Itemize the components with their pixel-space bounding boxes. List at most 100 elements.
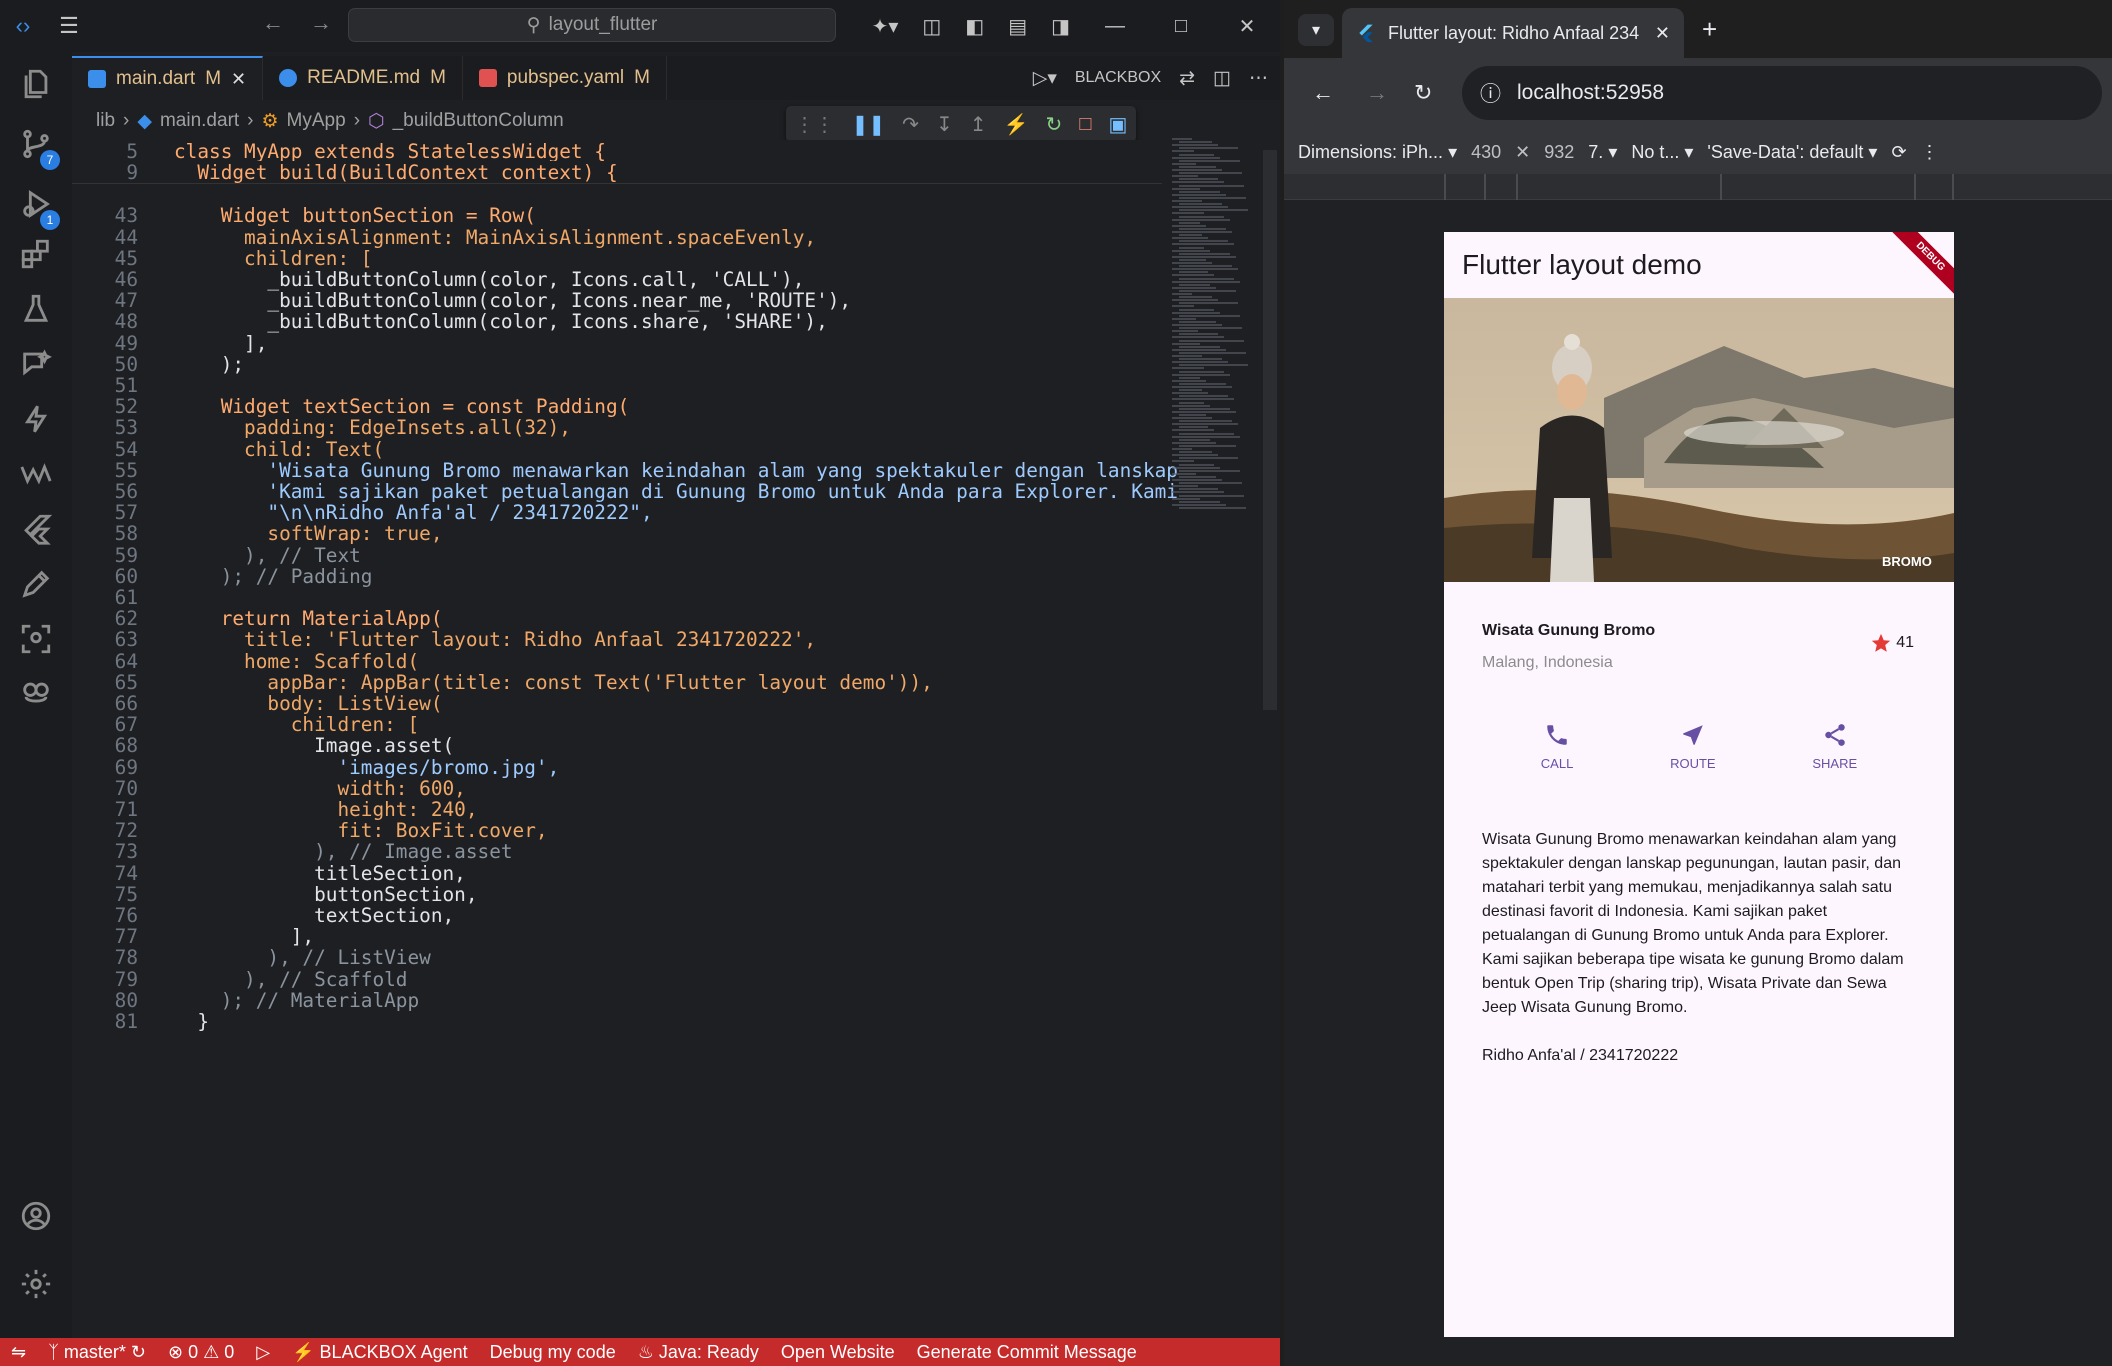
code-line: 81 } bbox=[72, 1010, 1162, 1033]
code-line: 48 _buildButtonColumn(color, Icons.share… bbox=[72, 310, 1162, 333]
minimap-line bbox=[1179, 345, 1220, 348]
code-line: 58 softWrap: true, bbox=[72, 522, 1162, 545]
address-bar[interactable]: ⓘ localhost:52958 bbox=[1462, 66, 2102, 120]
line-number: 78 bbox=[114, 946, 138, 970]
code-editor[interactable]: 5 class MyApp extends StatelessWidget {9 … bbox=[72, 138, 1280, 1338]
compare-icon[interactable]: ⇄ bbox=[1179, 67, 1195, 90]
source-control-icon[interactable]: 7 bbox=[14, 122, 60, 170]
line-number: 52 bbox=[114, 395, 138, 419]
pen-icon[interactable] bbox=[14, 562, 58, 606]
line-number: 72 bbox=[114, 819, 138, 843]
layout-icon[interactable]: ◫ bbox=[910, 14, 953, 39]
zoom-select[interactable]: 7. ▾ bbox=[1588, 142, 1617, 163]
branch-item[interactable]: ᛉ master* ↻ bbox=[37, 1342, 157, 1363]
split-editor-icon[interactable]: ◫ bbox=[1213, 67, 1231, 90]
flutter-icon[interactable] bbox=[14, 507, 58, 551]
problems-item[interactable]: ⊗ 0 ⚠ 0 bbox=[157, 1342, 245, 1363]
line-number: 79 bbox=[114, 967, 138, 991]
vertical-scrollbar[interactable] bbox=[1263, 150, 1277, 710]
restart-icon[interactable]: ↻ bbox=[1046, 112, 1063, 137]
debug-code-item[interactable]: Debug my code bbox=[479, 1342, 627, 1363]
drag-handle-icon[interactable]: ⋮⋮ bbox=[795, 112, 835, 137]
blackbox-button[interactable]: BLACKBOX bbox=[1075, 69, 1161, 87]
route-button[interactable]: ROUTE bbox=[1670, 722, 1716, 828]
toggle-sidebar-icon[interactable]: ◧ bbox=[953, 14, 996, 39]
throttle-select[interactable]: No t... ▾ bbox=[1631, 142, 1693, 163]
more-actions-icon[interactable]: ⋯ bbox=[1249, 67, 1268, 90]
tab-main-dart[interactable]: main.dart M ✕ bbox=[72, 56, 264, 100]
dimensions-select[interactable]: Dimensions: iPh... ▾ bbox=[1298, 142, 1457, 163]
blackbox-agent-item[interactable]: ⚡ BLACKBOX Agent bbox=[281, 1342, 479, 1363]
save-data-select[interactable]: 'Save-Data': default ▾ bbox=[1707, 142, 1877, 163]
line-number: 47 bbox=[114, 289, 138, 313]
dart-file-icon bbox=[88, 70, 106, 88]
code-line: 61 bbox=[72, 586, 1162, 609]
open-website-item[interactable]: Open Website bbox=[770, 1342, 906, 1363]
lightning-icon[interactable] bbox=[14, 397, 58, 441]
minimap-line bbox=[1179, 420, 1232, 423]
settings-gear-icon[interactable] bbox=[14, 1262, 58, 1306]
share-button[interactable]: SHARE bbox=[1812, 722, 1857, 828]
bot-icon[interactable] bbox=[14, 672, 58, 716]
width-input[interactable]: 430 bbox=[1471, 142, 1501, 163]
pause-icon[interactable]: ❚❚ bbox=[852, 112, 886, 137]
debug-status-icon[interactable]: ▷ bbox=[245, 1342, 281, 1363]
remote-icon[interactable]: ⇋ bbox=[0, 1342, 37, 1363]
step-over-icon[interactable]: ↷ bbox=[902, 112, 919, 137]
tab-search-icon[interactable]: ▾ bbox=[1298, 14, 1334, 46]
account-icon[interactable] bbox=[14, 1194, 58, 1238]
bromo-image: BROMO bbox=[1444, 298, 1954, 582]
scan-icon[interactable] bbox=[14, 617, 58, 661]
minimap-line bbox=[1179, 271, 1208, 274]
tab-readme[interactable]: README.md M bbox=[263, 56, 463, 100]
step-into-icon[interactable]: ↧ bbox=[936, 112, 953, 137]
close-tab-icon[interactable]: ✕ bbox=[231, 69, 246, 90]
hot-reload-icon[interactable]: ⚡ bbox=[1004, 112, 1029, 137]
minimize-icon[interactable]: — bbox=[1082, 15, 1148, 38]
new-tab-icon[interactable]: + bbox=[1702, 14, 1717, 45]
more-options-icon[interactable]: ⋮ bbox=[1921, 142, 1939, 163]
breadcrumb-item[interactable]: main.dart bbox=[160, 110, 239, 132]
back-icon[interactable]: ← bbox=[1312, 80, 1334, 106]
step-out-icon[interactable]: ↥ bbox=[970, 112, 987, 137]
line-number: 49 bbox=[114, 331, 138, 355]
forward-icon[interactable]: → bbox=[1366, 80, 1388, 106]
wave-icon[interactable] bbox=[14, 452, 58, 496]
minimap-line bbox=[1172, 423, 1238, 426]
call-button[interactable]: CALL bbox=[1541, 722, 1573, 828]
java-status-item[interactable]: ♨ Java: Ready bbox=[627, 1342, 770, 1363]
generate-commit-item[interactable]: Generate Commit Message bbox=[906, 1342, 1148, 1363]
back-arrow-icon[interactable]: ← bbox=[262, 10, 284, 36]
testing-icon[interactable] bbox=[14, 287, 58, 331]
minimap[interactable] bbox=[1168, 138, 1263, 518]
run-debug-icon[interactable]: 1 bbox=[14, 182, 60, 230]
copilot-icon[interactable]: ✦▾ bbox=[860, 14, 911, 39]
rotate-icon[interactable]: ⟳ bbox=[1891, 142, 1906, 163]
toggle-secondary-sidebar-icon[interactable]: ◨ bbox=[1039, 14, 1082, 39]
height-input[interactable]: 932 bbox=[1544, 142, 1574, 163]
breadcrumb-item[interactable]: _buildButtonColumn bbox=[393, 110, 564, 132]
close-tab-icon[interactable]: ✕ bbox=[1655, 23, 1670, 44]
toggle-panel-icon[interactable]: ▤ bbox=[996, 14, 1039, 39]
copilot-chat-icon[interactable] bbox=[14, 342, 58, 386]
code-line: 75 buttonSection, bbox=[72, 883, 1162, 906]
line-number: 80 bbox=[114, 988, 138, 1012]
explorer-icon[interactable] bbox=[14, 62, 58, 106]
tab-pubspec[interactable]: pubspec.yaml M bbox=[463, 56, 667, 100]
inspect-widget-icon[interactable]: ▣ bbox=[1108, 112, 1127, 137]
extensions-icon[interactable] bbox=[14, 232, 58, 276]
site-info-icon[interactable]: ⓘ bbox=[1480, 78, 1501, 108]
menu-icon[interactable]: ☰ bbox=[46, 13, 92, 39]
close-window-icon[interactable]: ✕ bbox=[1214, 14, 1280, 39]
browser-tab[interactable]: Flutter layout: Ridho Anfaal 234 ✕ bbox=[1342, 8, 1684, 58]
maximize-icon[interactable]: □ bbox=[1148, 15, 1214, 38]
breadcrumb-item[interactable]: lib bbox=[96, 110, 115, 132]
run-dropdown-icon[interactable]: ▷▾ bbox=[1033, 67, 1057, 90]
breadcrumb-item[interactable]: MyApp bbox=[287, 110, 346, 132]
command-center-search[interactable]: ⚲ layout_flutter bbox=[348, 8, 836, 42]
stop-icon[interactable]: □ bbox=[1079, 113, 1091, 136]
code-text: body: ListView( bbox=[174, 692, 443, 715]
browser-window: ▾ Flutter layout: Ridho Anfaal 234 ✕ + ←… bbox=[1284, 0, 2112, 1366]
forward-arrow-icon[interactable]: → bbox=[310, 10, 332, 36]
reload-icon[interactable]: ↻ bbox=[1414, 80, 1432, 106]
